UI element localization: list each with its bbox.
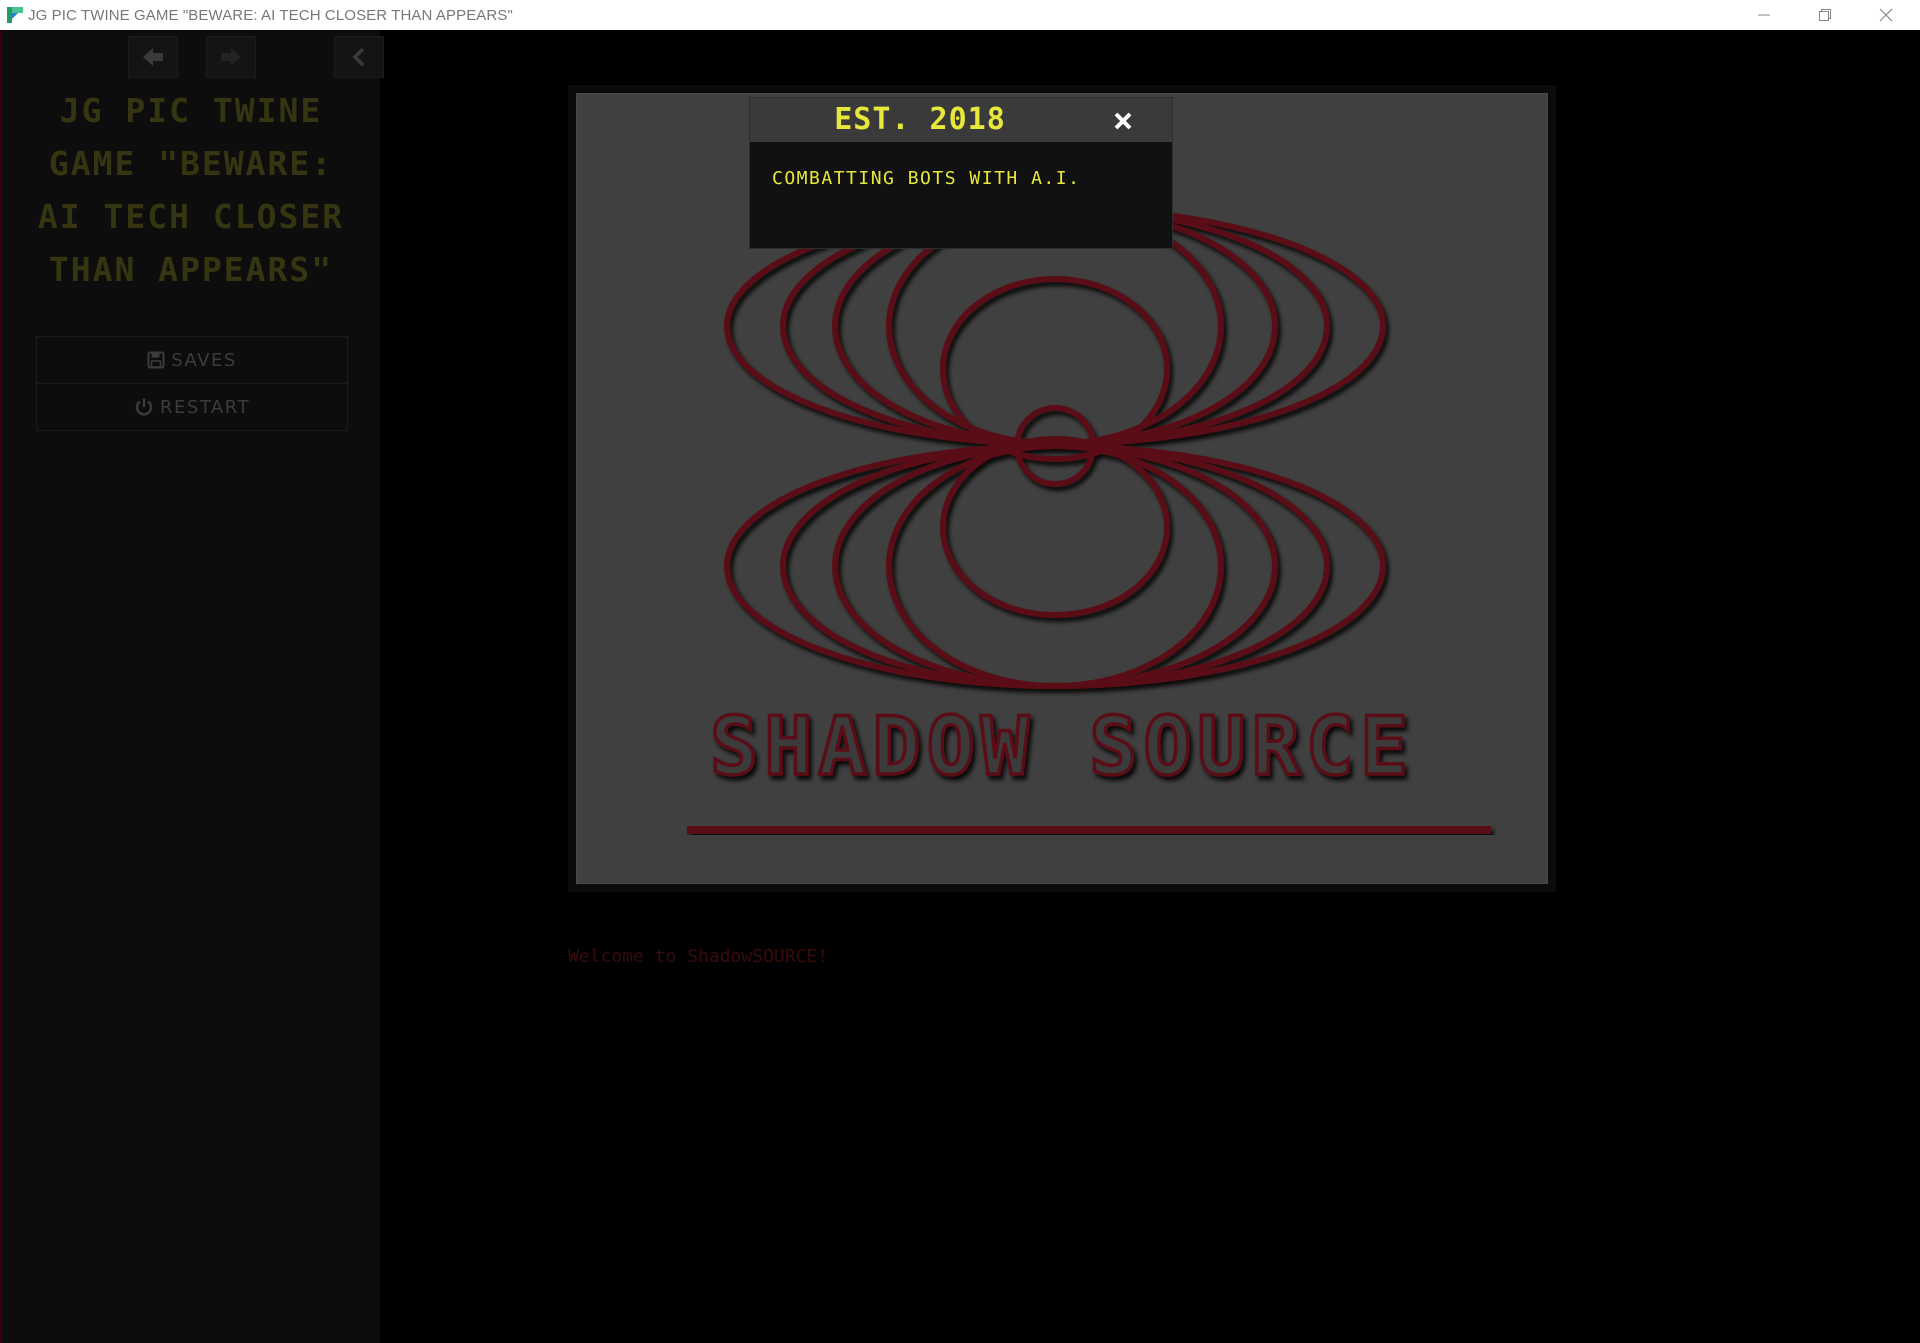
- floppy-disk-icon: [147, 351, 165, 369]
- history-forward-button[interactable]: [206, 36, 256, 78]
- sidebar-menu: SAVES RESTART: [36, 336, 348, 431]
- restart-button[interactable]: RESTART: [37, 383, 347, 430]
- history-back-button[interactable]: [128, 36, 178, 78]
- restart-label: RESTART: [160, 396, 250, 418]
- restore-icon: [1819, 9, 1831, 21]
- minimize-button[interactable]: [1734, 0, 1794, 30]
- story-stage: JG PIC TWINE GAME "BEWARE: AI TECH CLOSE…: [0, 30, 1920, 1343]
- info-dialog: EST. 2018 COMBATTING BOTS WITH A.I.: [749, 97, 1173, 249]
- chevron-left-icon: [352, 47, 365, 67]
- dialog-header: EST. 2018: [750, 98, 1172, 142]
- logo-wordmark: SHADOW SOURCE: [710, 700, 1414, 793]
- dialog-body-text: COMBATTING BOTS WITH A.I.: [772, 168, 1081, 189]
- close-window-button[interactable]: [1856, 0, 1916, 30]
- close-icon: [1879, 8, 1893, 22]
- minimize-icon: [1758, 14, 1770, 16]
- welcome-message: Welcome to ShadowSOURCE!: [568, 946, 829, 967]
- window-title-bar: JG PIC TWINE GAME "BEWARE: AI TECH CLOSE…: [0, 0, 1920, 31]
- arrow-right-icon: [221, 48, 241, 66]
- dialog-close-button[interactable]: [1106, 104, 1140, 138]
- app-icon: [7, 7, 23, 23]
- power-icon: [135, 398, 153, 416]
- restore-button[interactable]: [1795, 0, 1855, 30]
- arrow-left-icon: [143, 48, 163, 66]
- story-title: JG PIC TWINE GAME "BEWARE: AI TECH CLOSE…: [37, 91, 345, 289]
- story-sidebar: JG PIC TWINE GAME "BEWARE: AI TECH CLOSE…: [2, 30, 384, 1343]
- saves-label: SAVES: [171, 349, 237, 371]
- dialog-title: EST. 2018: [834, 102, 1006, 137]
- saves-button[interactable]: SAVES: [37, 337, 347, 383]
- close-icon: [1114, 112, 1132, 130]
- sidebar-toggle-button[interactable]: [334, 36, 384, 78]
- window-title: JG PIC TWINE GAME "BEWARE: AI TECH CLOSE…: [28, 7, 513, 24]
